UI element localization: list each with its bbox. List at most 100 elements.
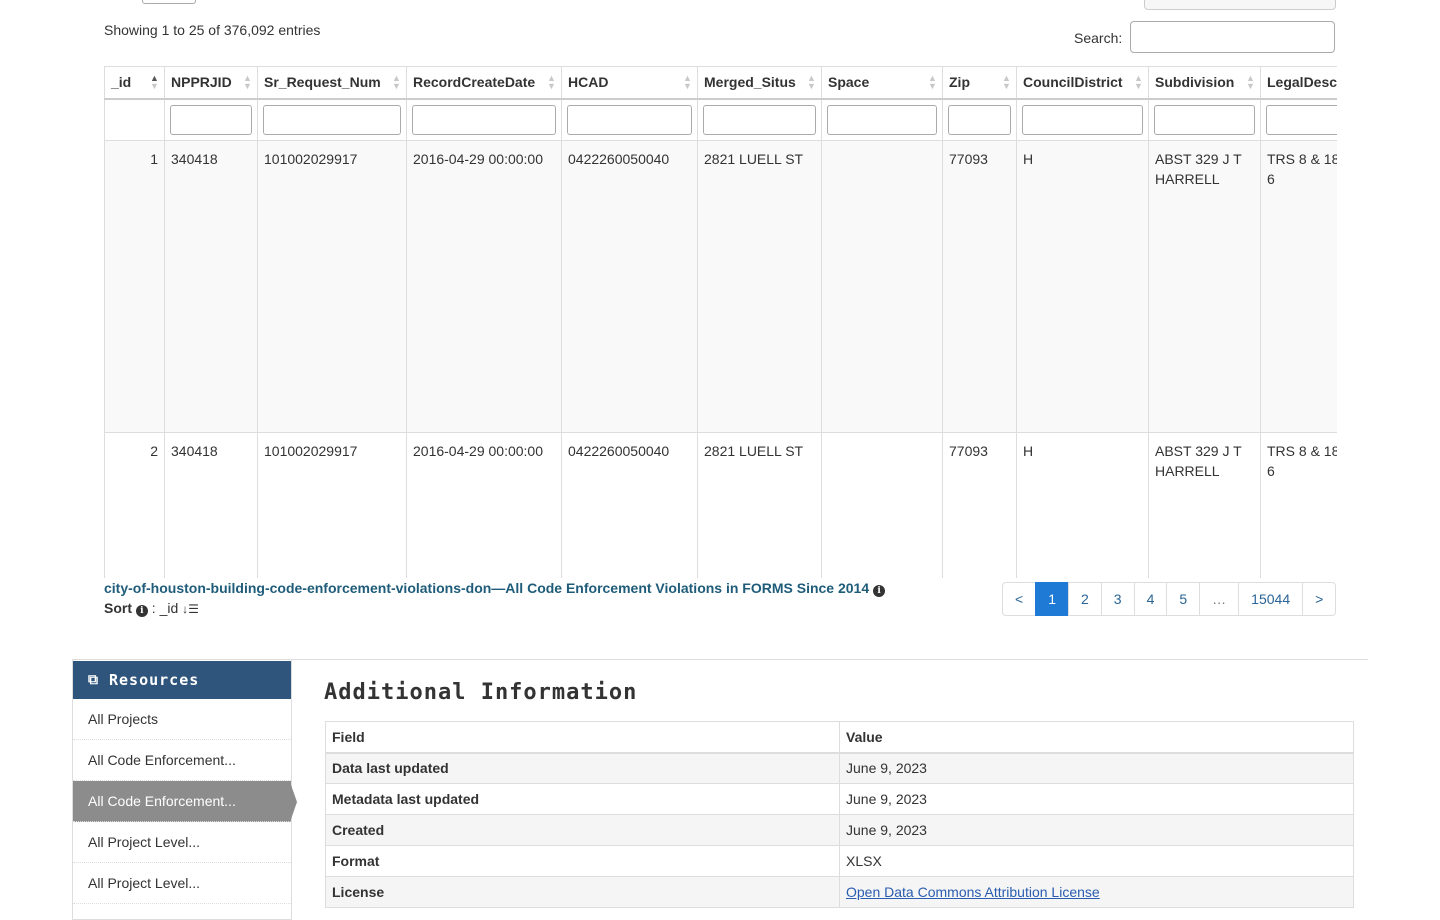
info-value: June 9, 2023 [839, 814, 1354, 846]
column-header-space[interactable]: Space ▲ ▼ [821, 66, 943, 100]
cell-legal-desc: TRS 8 & 18 (001*TRS 6 [1260, 432, 1337, 578]
page-ellipsis: … [1199, 582, 1240, 616]
filter-input-merged-situs[interactable] [703, 104, 816, 135]
info-field: Metadata last updated [325, 783, 840, 815]
info-circle-icon[interactable]: i [135, 605, 148, 617]
info-row: License Open Data Commons Attribution Li… [325, 876, 1354, 908]
filter-input-npprjid[interactable] [170, 104, 252, 135]
filter-input-zip[interactable] [948, 104, 1011, 135]
resources-header-label: Resources [109, 671, 200, 689]
resource-item-all-code-enforcement-1[interactable]: All Code Enforcement... [73, 740, 291, 781]
sort-both-icon: ▲ ▼ [1134, 73, 1143, 91]
table-row: 2 340418 101002029917 2016-04-29 00:00:0… [104, 432, 1337, 578]
page-button-1[interactable]: 1 [1035, 582, 1069, 616]
info-value: June 9, 2023 [839, 783, 1354, 815]
sort-both-icon: ▲ ▼ [928, 73, 937, 91]
cell-council-district: H [1016, 432, 1149, 578]
cell-subdivision: ABST 329 J T HARRELL [1148, 432, 1261, 578]
field-header: Field [325, 721, 840, 754]
search-label: Search: [1074, 30, 1123, 46]
sort-separator: : [151, 600, 156, 616]
cell-sr-request-num: 101002029917 [257, 432, 407, 578]
column-header-sr-request-num[interactable]: Sr_Request_Num ▲ ▼ [257, 66, 407, 100]
page-button-last[interactable]: 15044 [1238, 582, 1304, 616]
column-header-legal-desc[interactable]: LegalDesc [1260, 66, 1337, 100]
page-button-2[interactable]: 2 [1067, 582, 1102, 616]
resources-header: ⧉ Resources [73, 661, 291, 699]
table-info: Showing 1 to 25 of 376,092 entries [104, 22, 321, 38]
copy-icon: ⧉ [88, 672, 99, 688]
filter-input-council-district[interactable] [1022, 104, 1143, 135]
filter-row [104, 98, 1337, 141]
filter-input-subdivision[interactable] [1154, 104, 1255, 135]
sort-both-icon: ▲ ▼ [392, 73, 401, 91]
info-field: License [325, 876, 840, 908]
cell-record-create-date: 2016-04-29 00:00:00 [406, 432, 562, 578]
page-button-4[interactable]: 4 [1133, 582, 1168, 616]
cell-merged-situs: 2821 LUELL ST [697, 432, 822, 578]
cell-hcad: 0422260050040 [561, 432, 698, 578]
sort-both-icon: ▲ ▼ [683, 73, 692, 91]
data-table-viewport[interactable]: _id ▲ ▼ NPPRJID ▲ ▼ Sr_Request_Num ▲ ▼ RecordC… [104, 66, 1337, 578]
column-header-council-district[interactable]: CouncilDistrict ▲ ▼ [1016, 66, 1149, 100]
info-row: Metadata last updated June 9, 2023 [325, 783, 1354, 815]
info-row: Created June 9, 2023 [325, 814, 1354, 846]
column-header-id[interactable]: _id ▲ ▼ [104, 66, 165, 100]
column-header-record-create-date[interactable]: RecordCreateDate ▲ ▼ [406, 66, 562, 100]
sort-asc-icon: ▲ ▼ [150, 73, 159, 91]
info-field: Created [325, 814, 840, 846]
column-header-npprjid[interactable]: NPPRJID ▲ ▼ [164, 66, 258, 100]
column-header-subdivision[interactable]: Subdivision ▲ ▼ [1148, 66, 1261, 100]
additional-info-header-row: Field Value [325, 721, 1354, 754]
sort-both-icon: ▲ ▼ [1002, 73, 1011, 91]
info-row: Data last updated June 9, 2023 [325, 752, 1354, 784]
info-circle-icon[interactable]: i [873, 585, 886, 597]
resource-item-all-projects[interactable]: All Projects [73, 699, 291, 740]
cell-npprjid: 340418 [164, 140, 258, 433]
page-button-5[interactable]: 5 [1166, 582, 1201, 616]
cell-space [821, 432, 943, 578]
sort-both-icon: ▲ ▼ [243, 73, 252, 91]
resource-item-all-project-level-1[interactable]: All Project Level... [73, 822, 291, 863]
resource-item-all-code-enforcement-2[interactable]: All Code Enforcement... [73, 781, 291, 822]
cell-record-create-date: 2016-04-29 00:00:00 [406, 140, 562, 433]
cell-hcad: 0422260050040 [561, 140, 698, 433]
filter-input-sr-request-num[interactable] [263, 104, 401, 135]
additional-info-title: Additional Information [324, 680, 638, 705]
column-header-merged-situs[interactable]: Merged_Situs ▲ ▼ [697, 66, 822, 100]
cell-npprjid: 340418 [164, 432, 258, 578]
dataset-title-link[interactable]: city-of-houston-building-code-enforcemen… [104, 580, 869, 596]
filter-input-space[interactable] [827, 104, 937, 135]
value-header: Value [839, 721, 1354, 754]
toolbar-control[interactable] [1144, 0, 1336, 10]
sort-label: Sort [104, 600, 132, 616]
cell-merged-situs: 2821 LUELL ST [697, 140, 822, 433]
additional-info-table: Field Value Data last updated June 9, 20… [325, 721, 1354, 908]
page-next-button[interactable]: > [1302, 582, 1337, 616]
cell-space [821, 140, 943, 433]
header-row: _id ▲ ▼ NPPRJID ▲ ▼ Sr_Request_Num ▲ ▼ RecordC… [104, 66, 1337, 100]
info-row: Format XLSX [325, 845, 1354, 877]
resource-item-all-project-level-2[interactable]: All Project Level... [73, 863, 291, 904]
active-item-arrow [290, 782, 297, 822]
filter-input-record-create-date[interactable] [412, 104, 556, 135]
data-table: _id ▲ ▼ NPPRJID ▲ ▼ Sr_Request_Num ▲ ▼ RecordC… [104, 66, 1337, 578]
filter-input-legal-desc[interactable] [1266, 104, 1337, 135]
info-value: June 9, 2023 [839, 752, 1354, 784]
sort-field: _id [159, 600, 179, 616]
filter-cell-id [104, 98, 165, 141]
page-prev-button[interactable]: < [1002, 582, 1037, 616]
info-field: Format [325, 845, 840, 877]
sort-both-icon: ▲ ▼ [1246, 73, 1255, 91]
page-length-select[interactable] [142, 0, 196, 4]
search-input[interactable] [1130, 21, 1335, 53]
cell-id: 1 [104, 140, 165, 433]
page-button-3[interactable]: 3 [1100, 582, 1135, 616]
dataset-title: city-of-houston-building-code-enforcemen… [104, 580, 886, 597]
column-header-hcad[interactable]: HCAD ▲ ▼ [561, 66, 698, 100]
sort-numeric-asc-icon[interactable]: ↓☰ [182, 602, 199, 616]
column-header-zip[interactable]: Zip ▲ ▼ [942, 66, 1017, 100]
info-value: XLSX [839, 845, 1354, 877]
filter-input-hcad[interactable] [567, 104, 692, 135]
license-link[interactable]: Open Data Commons Attribution License [846, 884, 1100, 900]
